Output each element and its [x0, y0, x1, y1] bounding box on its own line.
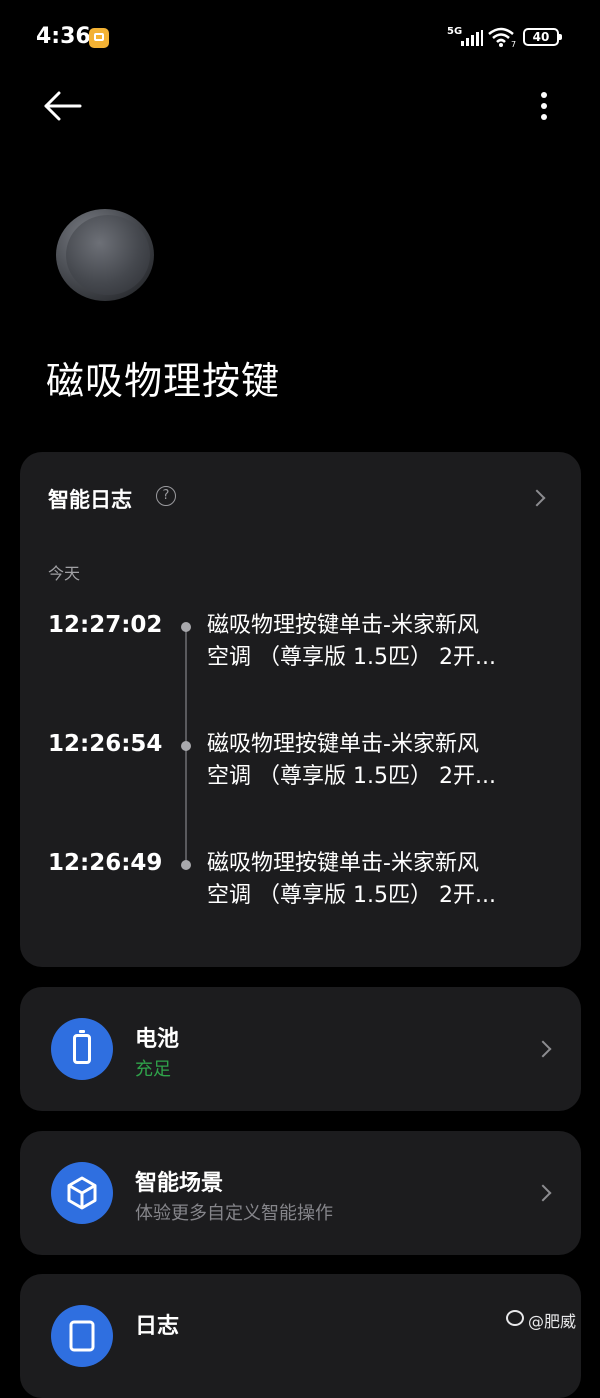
- status-time: 4:36: [36, 24, 91, 49]
- chevron-right-icon: [534, 1040, 552, 1058]
- log-entry[interactable]: 12:26:49 磁吸物理按键单击-米家新风 空调 （尊享版 1.5匹） 2开.…: [20, 850, 581, 950]
- battery-icon: [51, 1018, 113, 1080]
- log-icon: [51, 1305, 113, 1367]
- log-entry-text: 磁吸物理按键单击-米家新风 空调 （尊享版 1.5匹） 2开...: [207, 851, 496, 908]
- back-button[interactable]: [44, 90, 84, 122]
- smart-scene-title: 智能场景: [135, 1171, 224, 1196]
- log-entry[interactable]: 12:26:54 磁吸物理按键单击-米家新风 空调 （尊享版 1.5匹） 2开.…: [20, 731, 581, 831]
- wifi-badge: 7: [511, 40, 516, 48]
- chevron-right-icon: [528, 489, 546, 507]
- more-options-button[interactable]: [530, 86, 558, 126]
- battery-level: 40: [523, 28, 562, 46]
- log-entry-time: 12:26:49: [48, 850, 163, 876]
- help-icon[interactable]: ?: [156, 486, 176, 506]
- log-entry-time: 12:26:54: [48, 731, 163, 757]
- smart-log-title: 智能日志: [48, 488, 132, 512]
- log-entry-text: 磁吸物理按键单击-米家新风 空调 （尊享版 1.5匹） 2开...: [207, 613, 496, 670]
- day-label: 今天: [48, 564, 81, 583]
- cube-icon: [51, 1162, 113, 1224]
- wifi-icon: 7: [488, 27, 516, 48]
- timeline-dot: [181, 860, 191, 870]
- timeline-dot: [181, 622, 191, 632]
- signal-icon: [461, 30, 483, 46]
- notes-notification-icon: [89, 28, 109, 48]
- timeline-dot: [181, 741, 191, 751]
- log-entry-text: 磁吸物理按键单击-米家新风 空调 （尊享版 1.5匹） 2开...: [207, 732, 496, 789]
- watermark: @肥威: [528, 1312, 577, 1331]
- device-image: [56, 209, 154, 301]
- log-entry[interactable]: 12:27:02 磁吸物理按键单击-米家新风 空调 （尊享版 1.5匹） 2开.…: [20, 612, 581, 712]
- battery-status: 充足: [135, 1059, 171, 1080]
- log-row-title: 日志: [135, 1314, 180, 1339]
- device-title: 磁吸物理按键: [46, 359, 281, 403]
- status-bar: 4:36 5G 7 40: [0, 0, 600, 80]
- log-row[interactable]: 日志: [20, 1274, 581, 1398]
- battery-row-title: 电池: [135, 1027, 180, 1052]
- weibo-icon: [506, 1310, 524, 1326]
- chevron-right-icon: [534, 1184, 552, 1202]
- smart-log-card[interactable]: 智能日志 ? 今天 12:27:02 磁吸物理按键单击-米家新风 空调 （尊享版…: [20, 452, 581, 967]
- smart-scene-row[interactable]: 智能场景 体验更多自定义智能操作: [20, 1131, 581, 1255]
- log-entry-time: 12:27:02: [48, 612, 163, 638]
- battery-row[interactable]: 电池 充足: [20, 987, 581, 1111]
- smart-scene-subtitle: 体验更多自定义智能操作: [135, 1203, 333, 1224]
- more-vertical-icon: [541, 92, 547, 120]
- arrow-left-icon: [44, 91, 82, 121]
- network-type-label: 5G: [447, 26, 463, 37]
